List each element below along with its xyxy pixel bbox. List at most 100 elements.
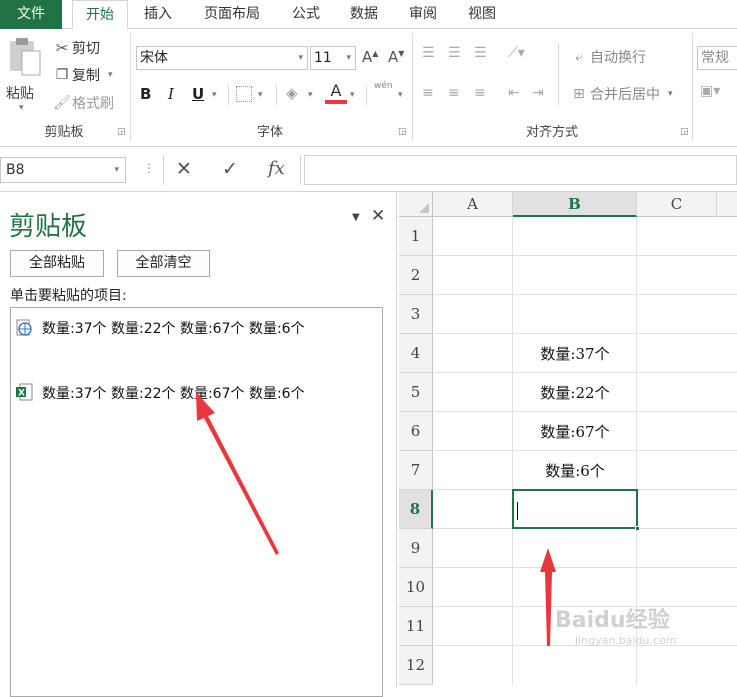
paste-all-button[interactable]: 全部粘贴 xyxy=(10,250,104,277)
wrap-text-button[interactable]: ⤶ 自动换行 xyxy=(568,46,646,68)
chevron-down-icon: ▾ xyxy=(398,90,403,100)
phonetic-icon[interactable]: wén xyxy=(374,81,393,91)
tab-home[interactable]: 开始 xyxy=(72,0,128,30)
increase-font-icon[interactable]: A▲ xyxy=(362,48,378,66)
align-left-icon[interactable]: ≡ xyxy=(422,85,434,101)
select-all-corner[interactable] xyxy=(399,192,433,217)
watermark-url: jingyan.baidu.com xyxy=(575,634,677,647)
column-header-c[interactable]: C xyxy=(637,192,717,217)
tab-review[interactable]: 审阅 xyxy=(397,0,449,29)
clipboard-launcher-icon[interactable]: ◲ xyxy=(117,127,126,137)
clear-all-button[interactable]: 全部清空 xyxy=(117,250,210,277)
font-color-button[interactable]: A xyxy=(326,81,346,100)
align-right-icon[interactable]: ≡ xyxy=(474,85,486,101)
number-format-combo[interactable]: 常规 xyxy=(697,46,737,70)
merge-icon: ⊞ xyxy=(573,86,585,102)
row-header[interactable]: 10 xyxy=(399,568,433,607)
format-painter-label: 格式刷 xyxy=(72,96,114,112)
currency-icon[interactable]: ▣▾ xyxy=(700,83,720,99)
pane-options-icon[interactable]: ▼ xyxy=(352,212,360,223)
alignment-group-label: 对齐方式 xyxy=(525,125,578,140)
divider xyxy=(228,85,229,105)
row-header[interactable]: 6 xyxy=(399,412,433,451)
align-top-icon[interactable]: ☰ xyxy=(422,45,435,61)
font-size-combo[interactable]: 11 ▾ xyxy=(310,46,356,70)
formula-buttons: ✕ ✓ fx xyxy=(163,155,301,185)
row-header[interactable]: 9 xyxy=(399,529,433,568)
copy-icon: ❐ xyxy=(55,67,69,83)
scissors-icon: ✂ xyxy=(55,39,69,57)
alignment-launcher-icon[interactable]: ◲ xyxy=(680,127,689,137)
wrap-text-icon: ⤶ xyxy=(575,49,583,65)
corner-triangle-icon xyxy=(419,203,429,213)
tab-data[interactable]: 数据 xyxy=(338,0,390,29)
font-launcher-icon[interactable]: ◲ xyxy=(398,127,407,137)
row-header[interactable]: 4 xyxy=(399,334,433,373)
decrease-font-icon[interactable]: A▼ xyxy=(388,48,404,66)
formula-bar: B8 ▾ ⋮ ✕ ✓ fx xyxy=(0,147,737,192)
worksheet-grid: A B C 1 2 3 4 5 6 7 8 9 10 11 12 数量:37个 … xyxy=(399,192,737,687)
chevron-down-icon: ▾ xyxy=(212,90,217,100)
row-header[interactable]: 1 xyxy=(399,217,433,256)
merge-center-button[interactable]: ⊞ 合并后居中 ▾ xyxy=(568,83,673,105)
column-header-d[interactable] xyxy=(717,192,737,217)
cancel-icon[interactable]: ✕ xyxy=(176,158,192,180)
column-header-b[interactable]: B xyxy=(513,192,637,217)
align-bottom-icon[interactable]: ☰ xyxy=(474,45,487,61)
cut-button[interactable]: ✂ 剪切 xyxy=(52,37,100,59)
divider xyxy=(558,43,559,105)
wrap-text-label: 自动换行 xyxy=(590,50,646,66)
name-box-value: B8 xyxy=(6,162,25,178)
clipboard-item-list: 数量:37个 数量:22个 数量:67个 数量:6个 X 数量:37个 数量:2… xyxy=(10,307,383,697)
row-header[interactable]: 5 xyxy=(399,373,433,412)
italic-button[interactable]: I xyxy=(168,85,174,103)
clipboard-group-label: 剪贴板 xyxy=(44,125,84,140)
format-painter-button[interactable]: 🖌 格式刷 xyxy=(52,92,114,114)
row-header[interactable]: 2 xyxy=(399,256,433,295)
chevron-down-icon: ▾ xyxy=(668,89,673,99)
paste-button[interactable]: 粘贴 ▾ xyxy=(4,37,46,113)
chevron-down-icon: ▾ xyxy=(298,53,303,63)
column-header-a[interactable]: A xyxy=(433,192,513,217)
increase-indent-icon[interactable]: ⇥ xyxy=(532,85,544,101)
font-name-value: 宋体 xyxy=(140,50,168,66)
group-separator xyxy=(692,33,693,141)
merge-center-label: 合并后居中 xyxy=(590,87,660,103)
align-center-icon[interactable]: ≡ xyxy=(448,85,460,101)
cut-label: 剪切 xyxy=(72,41,100,57)
fill-color-icon[interactable]: ◈ xyxy=(286,84,298,102)
row-header[interactable]: 3 xyxy=(399,295,433,334)
row-header-selected[interactable]: 8 xyxy=(399,490,433,529)
brush-icon: 🖌 xyxy=(53,95,71,111)
row-header[interactable]: 7 xyxy=(399,451,433,490)
name-box[interactable]: B8 ▾ xyxy=(0,157,126,183)
ribbon: 粘贴 ▾ ✂ 剪切 ❐ 复制 ▾ 🖌 格式刷 剪贴板 ◲ 宋体 ▾ 11 ▾ A… xyxy=(0,29,737,147)
enter-icon[interactable]: ✓ xyxy=(222,158,238,180)
tab-insert[interactable]: 插入 xyxy=(132,0,184,29)
chevron-down-icon: ▾ xyxy=(346,53,351,63)
bold-button[interactable]: B xyxy=(140,85,151,103)
decrease-indent-icon[interactable]: ⇤ xyxy=(508,85,520,101)
copy-button[interactable]: ❐ 复制 ▾ xyxy=(52,64,113,86)
align-middle-icon[interactable]: ☰ xyxy=(448,45,461,61)
insert-function-icon[interactable]: fx xyxy=(268,158,285,179)
chevron-down-icon: ▾ xyxy=(350,90,355,100)
formula-bar-handle[interactable]: ⋮ xyxy=(143,161,155,175)
formula-input[interactable] xyxy=(304,155,737,185)
row-header[interactable]: 11 xyxy=(399,607,433,646)
font-name-combo[interactable]: 宋体 ▾ xyxy=(136,46,308,70)
row-header[interactable]: 12 xyxy=(399,646,433,685)
ribbon-tab-bar: 文件 开始 插入 页面布局 公式 数据 审阅 视图 xyxy=(0,0,737,30)
borders-icon[interactable] xyxy=(236,86,252,102)
tab-view[interactable]: 视图 xyxy=(456,0,508,29)
tab-page-layout[interactable]: 页面布局 xyxy=(192,0,272,29)
tab-formulas[interactable]: 公式 xyxy=(280,0,332,29)
tab-file[interactable]: 文件 xyxy=(0,0,62,29)
paste-dropdown-icon: ▾ xyxy=(19,103,24,113)
chevron-down-icon: ▾ xyxy=(258,90,263,100)
font-color-swatch xyxy=(325,100,347,104)
orientation-icon[interactable]: ⟋▾ xyxy=(508,45,525,61)
underline-button[interactable]: U xyxy=(192,85,204,103)
clipboard-task-pane: 剪贴板 ▼ ✕ 全部粘贴 全部清空 单击要粘贴的项目: 数量:37个 数量:22… xyxy=(0,192,397,697)
close-icon[interactable]: ✕ xyxy=(371,206,385,226)
